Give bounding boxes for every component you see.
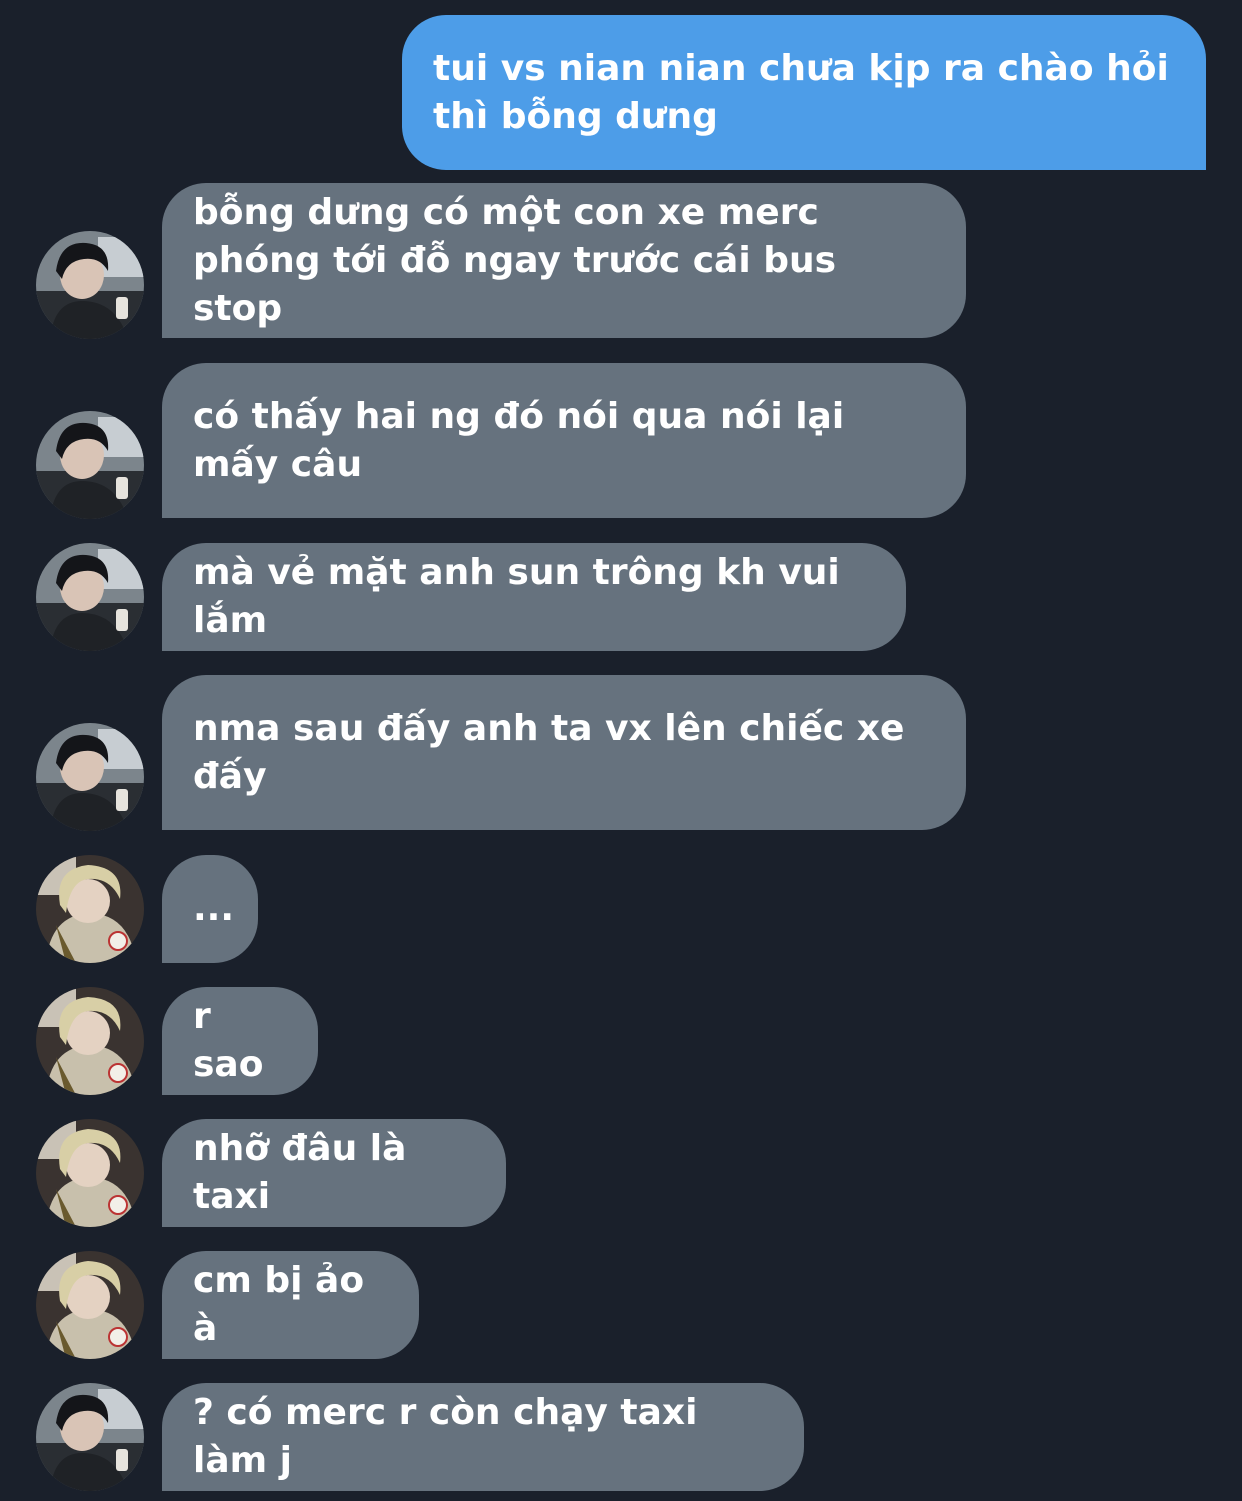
avatar-blonde-hair[interactable] <box>36 855 144 963</box>
received-message-text: cm bị ảo à <box>193 1260 377 1349</box>
received-message-bubble[interactable]: ... <box>162 855 258 963</box>
received-message-text: bỗng dưng có một con xe merc phóng tới đ… <box>193 191 849 329</box>
avatar-blonde-hair[interactable] <box>36 1251 144 1359</box>
received-message-bubble[interactable]: r sao <box>162 987 318 1095</box>
received-message-text: nma sau đấy anh ta vx lên chiếc xe đấy <box>193 707 917 797</box>
avatar-dark-hair[interactable] <box>36 723 144 831</box>
received-message-bubble[interactable]: cm bị ảo à <box>162 1251 419 1359</box>
sent-message-bubble[interactable]: tui vs nian nian chưa kịp ra chào hỏi th… <box>402 15 1206 170</box>
received-message-bubble[interactable]: có thấy hai ng đó nói qua nói lại mấy câ… <box>162 363 966 518</box>
received-message-text: ... <box>193 888 235 929</box>
received-message-bubble[interactable]: bỗng dưng có một con xe merc phóng tới đ… <box>162 183 966 338</box>
avatar-dark-hair[interactable] <box>36 411 144 519</box>
received-message-text: có thấy hai ng đó nói qua nói lại mấy câ… <box>193 395 857 485</box>
avatar-dark-hair[interactable] <box>36 231 144 339</box>
avatar-dark-hair[interactable] <box>36 543 144 651</box>
avatar-dark-hair[interactable] <box>36 1383 144 1491</box>
avatar-blonde-hair[interactable] <box>36 1119 144 1227</box>
received-message-bubble[interactable]: nhỡ đâu là taxi <box>162 1119 506 1227</box>
avatar-blonde-hair[interactable] <box>36 987 144 1095</box>
received-message-text: r sao <box>193 996 264 1085</box>
received-message-bubble[interactable]: ? có merc r còn chạy taxi làm j <box>162 1383 804 1491</box>
received-message-text: nhỡ đâu là taxi <box>193 1128 419 1217</box>
received-message-bubble[interactable]: nma sau đấy anh ta vx lên chiếc xe đấy <box>162 675 966 830</box>
received-message-text: mà vẻ mặt anh sun trông kh vui lắm <box>193 552 853 641</box>
sent-message-text: tui vs nian nian chưa kịp ra chào hỏi th… <box>433 48 1169 137</box>
received-message-bubble[interactable]: mà vẻ mặt anh sun trông kh vui lắm <box>162 543 906 651</box>
received-message-text: ? có merc r còn chạy taxi làm j <box>193 1392 710 1481</box>
